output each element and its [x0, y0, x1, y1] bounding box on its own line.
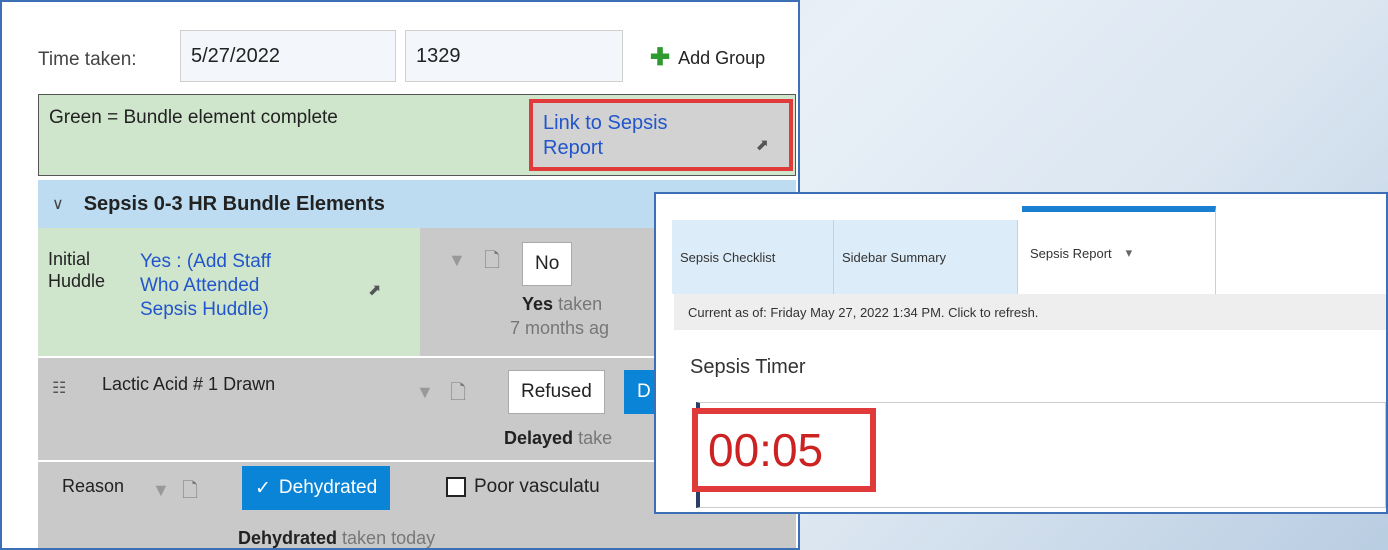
reason-option-poor-label: Poor vasculatu — [474, 476, 600, 497]
document-icon[interactable]: 🗋 — [182, 476, 198, 510]
sepsis-timer-title: Sepsis Timer — [690, 356, 806, 378]
document-icon[interactable]: 🗋 — [484, 246, 500, 280]
huddle-value-link[interactable]: Yes : (Add Staff Who Attended Sepsis Hud… — [140, 250, 271, 322]
reason-status-text: taken today — [342, 528, 436, 548]
date-input[interactable]: 5/27/2022 — [180, 30, 396, 82]
reason-option-poor-vasculature[interactable]: Poor vasculatu — [446, 476, 600, 498]
external-link-icon: ⬈ — [755, 137, 769, 154]
checkmark-icon: ✓ — [255, 477, 271, 499]
report-tab-strip: Sepsis Checklist Sidebar Summary Sepsis … — [656, 194, 1386, 294]
add-group-button[interactable]: ✚ Add Group — [650, 46, 765, 70]
huddle-label: Initial Huddle — [48, 248, 105, 292]
lactic-status-text: take — [578, 428, 613, 448]
tab-sepsis-report[interactable]: Sepsis Report ▾ — [1022, 206, 1216, 294]
reason-option-dehydrated[interactable]: ✓ Dehydrated — [242, 466, 391, 510]
add-group-label: Add Group — [678, 47, 766, 68]
tab-sepsis-report-label: Sepsis Report — [1030, 245, 1112, 261]
refresh-status-bar[interactable]: Current as of: Friday May 27, 2022 1:34 … — [674, 294, 1386, 330]
lactic-option-refused[interactable]: Refused — [508, 370, 605, 414]
tab-sepsis-checklist[interactable]: Sepsis Checklist — [672, 220, 834, 294]
section-title: Sepsis 0-3 HR Bundle Elements — [83, 192, 385, 215]
filter-icon[interactable]: ▼ — [448, 250, 466, 271]
huddle-taken-ago: 7 months ag — [510, 318, 610, 338]
time-taken-label: Time taken: — [38, 49, 137, 70]
link-text-line1: Link to Sepsis — [543, 112, 668, 134]
huddle-label-line1: Initial — [48, 249, 91, 269]
plus-icon: ✚ — [650, 44, 671, 71]
reason-status: Dehydrated taken today — [238, 528, 436, 548]
huddle-value-line2: Who Attended — [140, 275, 260, 296]
link-text-line2: Report — [543, 137, 604, 159]
huddle-taken-text: taken — [558, 294, 603, 314]
lactic-status: Delayed take — [504, 428, 612, 449]
huddle-value-line1: Yes : (Add Staff — [140, 251, 271, 272]
chevron-down-icon: ∨ — [52, 196, 64, 213]
huddle-taken-value: Yes — [522, 294, 554, 314]
document-icon[interactable]: 🗋 — [450, 378, 466, 412]
filter-icon[interactable]: ▼ — [152, 480, 170, 501]
caret-down-icon[interactable]: ▾ — [1126, 245, 1133, 261]
checkbox-icon[interactable] — [446, 477, 466, 497]
tab-sidebar-summary[interactable]: Sidebar Summary — [834, 220, 1018, 294]
huddle-taken-status: Yes taken — [522, 294, 602, 315]
filter-icon[interactable]: ▼ — [416, 382, 434, 403]
lactic-acid-label: Lactic Acid # 1 Drawn — [102, 374, 276, 394]
bundle-complete-note: Green = Bundle element complete — [49, 107, 338, 128]
bundle-legend-bar: Green = Bundle element complete Link to … — [38, 94, 796, 176]
reason-option-dehydrated-label: Dehydrated — [278, 477, 378, 498]
reason-label: Reason — [62, 476, 125, 496]
time-input[interactable]: 1329 — [405, 30, 623, 82]
external-link-icon[interactable]: ⬈ — [368, 280, 381, 300]
huddle-value-line3: Sepsis Huddle) — [140, 299, 269, 320]
huddle-label-line2: Huddle — [48, 271, 106, 291]
sepsis-report-panel: Sepsis Checklist Sidebar Summary Sepsis … — [654, 192, 1388, 514]
huddle-option-no[interactable]: No — [522, 242, 573, 286]
sepsis-timer-value: 00:05 — [692, 408, 876, 492]
link-to-sepsis-report[interactable]: Link to Sepsis Report ⬈ — [529, 99, 793, 171]
time-taken-row: Time taken: — [38, 32, 147, 88]
lab-list-icon: ☷ — [52, 380, 67, 397]
lactic-status-value: Delayed — [504, 428, 574, 448]
reason-status-value: Dehydrated — [238, 528, 338, 548]
